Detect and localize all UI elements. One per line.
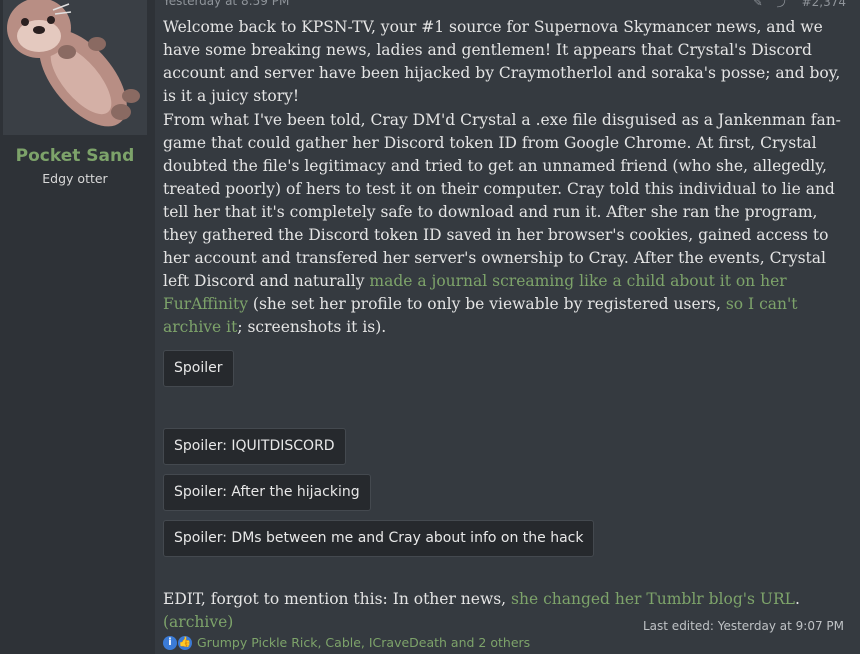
- post-paragraph-1: Welcome back to KPSN-TV, your #1 source …: [163, 18, 841, 105]
- spoiler-after-hijacking-button[interactable]: Spoiler: After the hijacking: [163, 474, 371, 511]
- last-edited[interactable]: Last edited: Yesterday at 9:07 PM: [643, 619, 844, 633]
- reactions-bar: i 👍 Grumpy Pickle Rick, Cable, ICraveDea…: [163, 635, 530, 650]
- paragraph-2-text: From what I've been told, Cray DM'd Crys…: [163, 111, 841, 290]
- like-icon: 👍: [178, 635, 192, 650]
- spoiler-button[interactable]: Spoiler: [163, 350, 234, 387]
- tumblr-url-link[interactable]: she changed her Tumblr blog's URL: [511, 590, 795, 608]
- paragraph-2-text-end: ; screenshots it is).: [237, 318, 387, 336]
- user-title: Edgy otter: [42, 171, 108, 186]
- share-icon[interactable]: ⤴: [777, 0, 788, 10]
- post-content: Yesterday at 8:59 PM ✎ ⤴ #2,374 Welcome …: [155, 0, 860, 654]
- reactions-list[interactable]: Grumpy Pickle Rick, Cable, ICraveDeath a…: [197, 635, 530, 650]
- edit-dot: .: [794, 590, 800, 608]
- post-paragraph-2: From what I've been told, Cray DM'd Crys…: [163, 109, 843, 339]
- pencil-icon[interactable]: ✎: [753, 0, 762, 9]
- post-actions: ✎ ⤴ #2,374: [753, 0, 846, 10]
- post-number[interactable]: #2,374: [802, 0, 846, 9]
- archive-link[interactable]: (archive): [163, 613, 233, 631]
- post-date[interactable]: Yesterday at 8:59 PM: [163, 0, 289, 8]
- user-sidebar: Pocket Sand Edgy otter: [0, 0, 155, 654]
- edit-prefix: EDIT, forgot to mention this: In other n…: [163, 590, 512, 608]
- username[interactable]: Pocket Sand: [0, 146, 150, 166]
- otter-avatar-image: [3, 0, 147, 135]
- avatar[interactable]: [3, 0, 147, 135]
- spoiler-dms-button[interactable]: Spoiler: DMs between me and Cray about i…: [163, 520, 595, 557]
- informative-icon: i: [163, 635, 177, 650]
- paragraph-2-text-mid: (she set her profile to only be viewable…: [247, 295, 726, 313]
- spoiler-iquitdiscord-button[interactable]: Spoiler: IQUITDISCORD: [163, 428, 346, 465]
